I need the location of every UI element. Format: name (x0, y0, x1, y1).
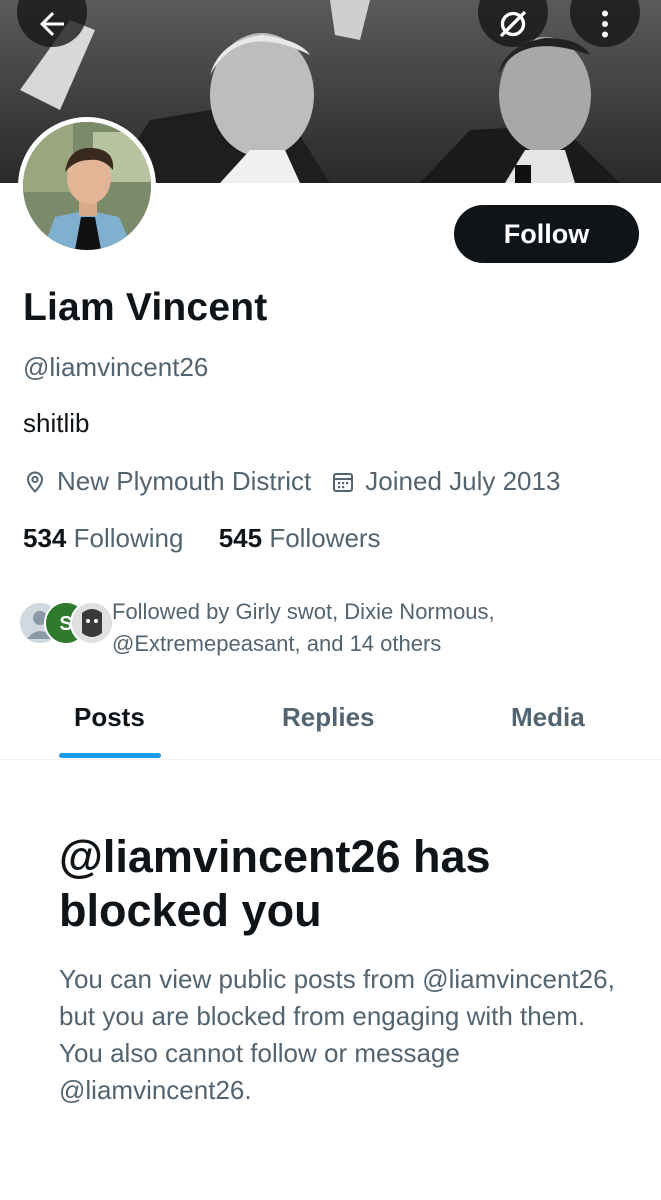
followed-by-section[interactable]: S Followed by Girly swot, Dixie Normous,… (18, 596, 648, 660)
following-count: 534 (23, 523, 67, 553)
display-name: Liam Vincent (23, 286, 268, 329)
more-vertical-icon (602, 10, 608, 38)
followed-by-text: Followed by Girly swot, Dixie Normous, @… (112, 599, 495, 656)
following-link[interactable]: 534 Following (23, 523, 183, 553)
follow-button[interactable]: Follow (454, 205, 639, 263)
profile-meta: New Plymouth District Joined July 2013 (23, 466, 560, 497)
profile-stats: 534 Following 545 Followers (23, 523, 409, 554)
profile-location: New Plymouth District (57, 466, 312, 496)
profile-bio: shitlib (23, 408, 90, 438)
following-label: Following (73, 523, 184, 553)
followers-count: 545 (218, 523, 263, 553)
grok-icon (499, 10, 527, 38)
followers-link[interactable]: 545 Followers (219, 523, 381, 553)
blocked-description: You can view public posts from @liamvinc… (59, 964, 615, 1105)
profile-avatar[interactable] (18, 117, 156, 255)
tab-media[interactable]: Media (511, 702, 585, 733)
follower-avatar (70, 601, 114, 645)
followers-label: Followers (269, 523, 381, 553)
blocked-title: @liamvincent26 has blocked you (59, 831, 491, 936)
arrow-left-icon (40, 12, 64, 36)
tab-posts[interactable]: Posts (74, 702, 145, 733)
follow-button-label: Follow (503, 218, 590, 249)
tab-replies[interactable]: Replies (282, 702, 375, 733)
profile-handle: @liamvincent26 (23, 352, 209, 382)
profile-joined-date: Joined July 2013 (365, 466, 561, 496)
profile-tabs: Posts Replies Media (0, 690, 661, 760)
calendar-icon (331, 470, 355, 494)
active-tab-indicator (59, 753, 161, 758)
location-pin-icon (23, 470, 47, 494)
